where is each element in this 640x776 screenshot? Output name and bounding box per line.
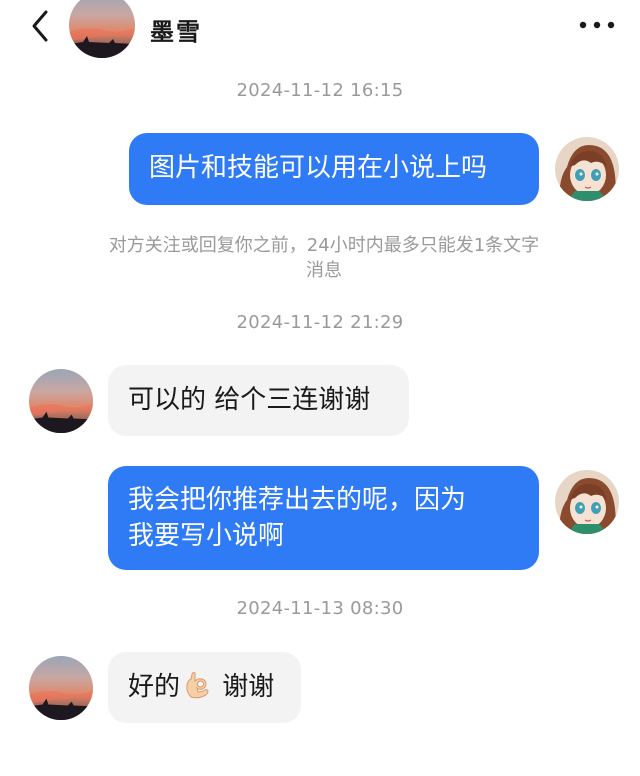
contact-message-avatar[interactable] [29, 656, 93, 720]
back-button[interactable] [24, 6, 58, 46]
chat-screen: 墨雪 2024-11-12 16:15 图片和技能可以用在小说上吗 对方关注或回… [0, 0, 640, 776]
message-text-line: 我会把你推荐出去的呢，因为 [128, 485, 467, 515]
my-avatar[interactable] [555, 470, 619, 534]
more-options-button[interactable] [575, 12, 619, 38]
contact-avatar[interactable] [69, 0, 135, 58]
message-text: 可以的 给个三连谢谢 [128, 385, 371, 415]
outgoing-message-bubble[interactable]: 我会把你推荐出去的呢，因为 我要写小说啊 [108, 466, 539, 570]
notice-line: 对方关注或回复你之前，24小时内最多只能发1条文字 [108, 235, 540, 256]
messaging-limit-notice: 对方关注或回复你之前，24小时内最多只能发1条文字 消息 [60, 233, 588, 283]
anime-girl-avatar-image [555, 137, 619, 201]
timestamp: 2024-11-12 21:29 [236, 312, 404, 333]
chevron-left-icon [32, 10, 48, 42]
chat-header: 墨雪 [0, 0, 640, 58]
notice-line: 消息 [306, 260, 342, 281]
contact-name: 墨雪 [150, 18, 202, 46]
message-text: 图片和技能可以用在小说上吗 [149, 153, 488, 183]
sunset-avatar-image [29, 656, 93, 720]
message-text: 谢谢 [214, 672, 275, 702]
contact-message-avatar[interactable] [29, 369, 93, 433]
sunset-avatar-image [29, 369, 93, 433]
anime-girl-avatar-image [555, 470, 619, 534]
message-text-line: 我要写小说啊 [128, 521, 285, 551]
outgoing-message-bubble[interactable]: 图片和技能可以用在小说上吗 [129, 133, 539, 205]
timestamp: 2024-11-12 16:15 [236, 80, 404, 101]
my-avatar[interactable] [555, 137, 619, 201]
sunset-avatar-image [69, 0, 135, 58]
incoming-message-bubble[interactable]: 可以的 给个三连谢谢 [108, 365, 409, 436]
timestamp: 2024-11-13 08:30 [236, 598, 404, 619]
ok-hand-icon [182, 670, 212, 700]
message-text: 好的 [128, 672, 181, 702]
more-horizontal-icon [579, 21, 615, 29]
incoming-message-bubble[interactable]: 好的 谢谢 [108, 652, 301, 723]
